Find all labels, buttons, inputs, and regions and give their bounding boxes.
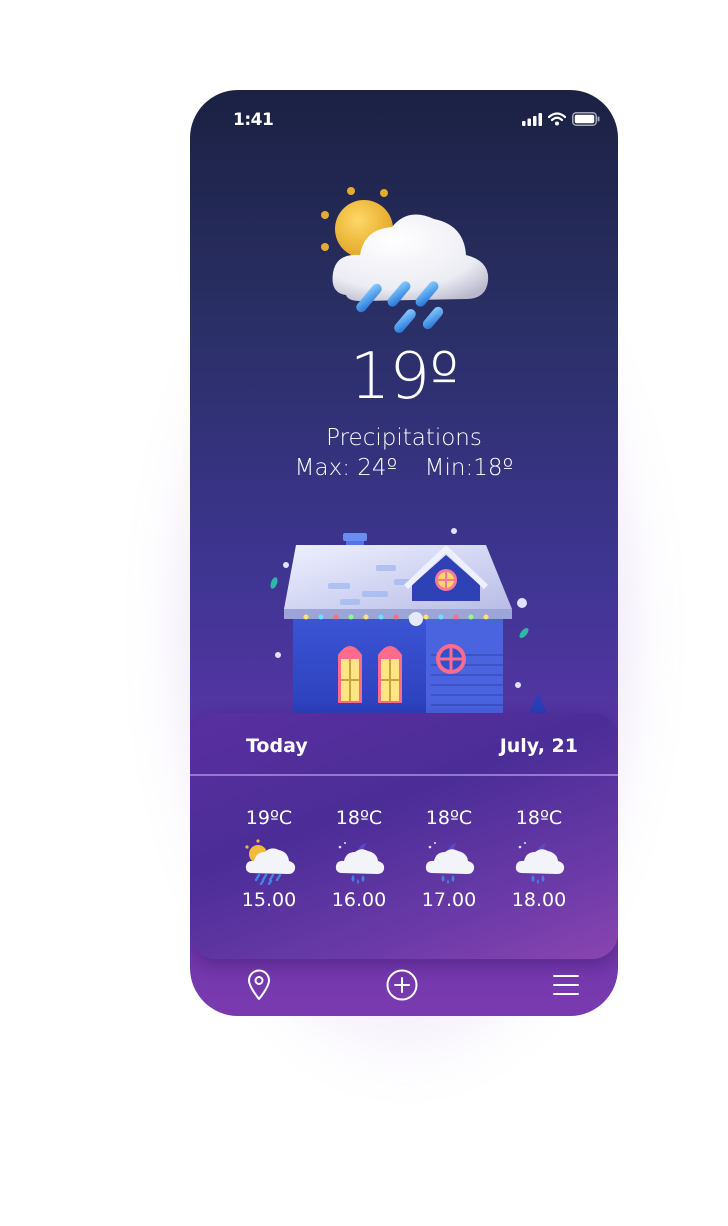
moon-cloud-rain-icon (335, 842, 385, 884)
forecast-temp: 18ºC (425, 807, 473, 829)
moon-cloud-rain-icon (515, 842, 565, 884)
divider (190, 774, 618, 776)
location-pin-icon (248, 969, 270, 1000)
wifi-icon (548, 112, 566, 126)
sun-cloud-rain-icon (245, 839, 296, 885)
forecast-temp: 18ºC (335, 807, 383, 829)
forecast-time: 16.00 (331, 889, 387, 911)
day-label[interactable]: Today (246, 735, 308, 757)
forecast-time: 15.00 (241, 889, 297, 911)
forecast-time: 18.00 (511, 889, 567, 911)
forecast-temp: 18ºC (515, 807, 563, 829)
forecast-panel: Today July, 21 19ºC 15.00 18ºC 16.00 18º… (190, 713, 618, 959)
signal-icon (522, 112, 542, 126)
add-location-button[interactable] (385, 968, 419, 1002)
menu-icon (553, 975, 579, 995)
location-button[interactable] (242, 968, 276, 1002)
forecast-item[interactable]: 18ºC 18.00 (494, 807, 584, 915)
current-temperature: 19º (349, 340, 460, 414)
forecast-item[interactable]: 18ºC 16.00 (314, 807, 404, 915)
add-circle-icon (386, 969, 418, 1001)
status-time: 1:41 (233, 110, 274, 130)
house-illustration (270, 528, 546, 725)
menu-button[interactable] (549, 968, 583, 1002)
current-condition: Precipitations (326, 425, 482, 451)
sun-cloud-rain-icon (321, 187, 489, 333)
moon-cloud-rain-icon (425, 842, 475, 884)
bottom-nav (190, 958, 618, 1016)
max-min-temperature: Max: 24º Min:18º (190, 455, 618, 481)
forecast-temp: 19ºC (245, 807, 293, 829)
hourly-forecast: 19ºC 15.00 18ºC 16.00 18ºC 17.00 18ºC 18… (224, 807, 604, 915)
max-temperature: Max: 24º (294, 455, 398, 481)
phone-screen: 1:41 19º Precipitations Max: 24º Min:18º… (190, 90, 618, 1016)
forecast-item[interactable]: 18ºC 17.00 (404, 807, 494, 915)
min-temperature: Min:18º (424, 455, 514, 481)
forecast-item[interactable]: 19ºC 15.00 (224, 807, 314, 915)
status-icons (522, 112, 600, 126)
forecast-time: 17.00 (421, 889, 477, 911)
battery-icon (572, 112, 600, 126)
forecast-header: Today July, 21 (190, 713, 618, 775)
date-label: July, 21 (499, 735, 578, 757)
